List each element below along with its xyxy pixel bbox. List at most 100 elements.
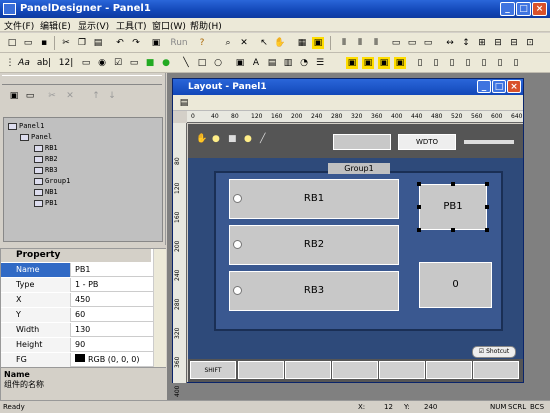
tree-node-rb1[interactable]: RB1 — [34, 144, 58, 152]
button-icon[interactable]: ▭ — [128, 57, 140, 69]
green-button-icon[interactable]: ■ — [144, 57, 156, 69]
menu-window[interactable]: 窗口(W) — [152, 19, 186, 32]
align-right-icon[interactable]: ⫴ — [370, 37, 382, 49]
order2-icon[interactable]: ▯ — [430, 57, 442, 69]
radio-button-rb3[interactable]: RB3 — [229, 271, 399, 311]
hand-icon[interactable]: ✋ — [274, 37, 286, 49]
order1-icon[interactable]: ▯ — [414, 57, 426, 69]
zoom-icon[interactable]: ⌕ — [222, 37, 234, 49]
list-icon[interactable]: ☰ — [314, 57, 326, 69]
rect-icon[interactable]: □ — [196, 57, 208, 69]
menu-file[interactable]: 文件(F) — [4, 19, 34, 32]
align-center-icon[interactable]: ⫴ — [354, 37, 366, 49]
shotcut-button[interactable]: ☑ Shotcut — [472, 346, 516, 358]
panel-icon[interactable]: ▭ — [80, 57, 92, 69]
move-up-icon[interactable]: ↑ — [90, 90, 102, 102]
tree-view-icon[interactable]: ▣ — [8, 90, 20, 102]
soft-key-6[interactable] — [426, 361, 472, 379]
resize-handle[interactable] — [485, 205, 489, 209]
soft-key-2[interactable] — [238, 361, 284, 379]
order7-icon[interactable]: ▯ — [510, 57, 522, 69]
maximize-icon[interactable]: □ — [516, 2, 531, 16]
move-down-icon[interactable]: ↓ — [106, 90, 118, 102]
front-icon[interactable]: ▣ — [378, 57, 390, 69]
copy-icon[interactable]: ❐ — [76, 37, 88, 49]
prop-row-x[interactable]: X 450 — [1, 293, 153, 307]
resize-handle[interactable] — [417, 228, 421, 232]
menu-view[interactable]: 显示(V) — [78, 19, 109, 32]
align-middle-icon[interactable]: ▭ — [406, 37, 418, 49]
edit-icon[interactable]: ▤ — [266, 57, 278, 69]
order4-icon[interactable]: ▯ — [462, 57, 474, 69]
prop-row-height[interactable]: Height 90 — [1, 338, 153, 352]
snap-icon[interactable]: ▣ — [312, 37, 324, 49]
prop-row-type[interactable]: Type 1 - PB — [1, 278, 153, 292]
bulb-icon[interactable]: ● — [212, 134, 220, 144]
ungroup-icon[interactable]: ▣ — [362, 57, 374, 69]
blank-button[interactable] — [333, 134, 391, 150]
tree-node-group1[interactable]: Group1 — [34, 177, 70, 185]
child-maximize-icon[interactable]: □ — [492, 80, 506, 93]
minimize-icon[interactable]: _ — [500, 2, 515, 16]
same-size-icon[interactable]: ⊞ — [476, 37, 488, 49]
resize-handle[interactable] — [451, 228, 455, 232]
align-top-icon[interactable]: ▭ — [390, 37, 402, 49]
resize-handle[interactable] — [451, 182, 455, 186]
center-icon[interactable]: ⊡ — [524, 37, 536, 49]
order3-icon[interactable]: ▯ — [446, 57, 458, 69]
number-button[interactable]: 12| — [58, 57, 74, 69]
rect-tool-icon[interactable]: ■ — [228, 134, 237, 144]
text-button[interactable]: ab| — [36, 57, 52, 69]
space-h-icon[interactable]: ⊟ — [492, 37, 504, 49]
resize-handle[interactable] — [417, 182, 421, 186]
order5-icon[interactable]: ▯ — [478, 57, 490, 69]
prop-row-width[interactable]: Width 130 — [1, 323, 153, 337]
select-icon[interactable]: ↖ — [258, 37, 270, 49]
align-bottom-icon[interactable]: ▭ — [422, 37, 434, 49]
pointer-icon[interactable]: ✕ — [238, 37, 250, 49]
ellipse-icon[interactable]: ○ — [212, 57, 224, 69]
push-button-pb1[interactable]: PB1 — [419, 184, 487, 230]
meter-icon[interactable]: ◔ — [298, 57, 310, 69]
tree-node-pb1[interactable]: PB1 — [34, 199, 58, 207]
cut-icon[interactable]: ✂ — [60, 37, 72, 49]
child-minimize-icon[interactable]: _ — [477, 80, 491, 93]
back-icon[interactable]: ▣ — [394, 57, 406, 69]
bulb2-icon[interactable]: ● — [244, 134, 252, 144]
tree-node-panel[interactable]: Panel — [20, 133, 52, 141]
order6-icon[interactable]: ▯ — [494, 57, 506, 69]
page-icon[interactable]: ▭ — [24, 90, 36, 102]
redo-icon[interactable]: ↷ — [130, 37, 142, 49]
menu-tools[interactable]: 工具(T) — [116, 19, 147, 32]
resize-handle[interactable] — [485, 182, 489, 186]
slider-track[interactable] — [464, 140, 514, 144]
paste-icon[interactable]: ▤ — [92, 37, 104, 49]
open-icon[interactable]: ▭ — [22, 37, 34, 49]
group-icon[interactable]: ▣ — [346, 57, 358, 69]
font-button[interactable]: Aa — [16, 57, 32, 69]
image-icon[interactable]: ▣ — [234, 57, 246, 69]
line-icon[interactable]: ╲ — [180, 57, 192, 69]
check-icon[interactable]: ☑ — [112, 57, 124, 69]
prop-row-name[interactable]: Name PB1 — [1, 263, 153, 277]
child-close-icon[interactable]: × — [507, 80, 521, 93]
soft-key-7[interactable] — [473, 361, 519, 379]
new-file-icon[interactable]: □ — [6, 37, 18, 49]
tree-node-panel1[interactable]: Panel1 — [8, 122, 44, 130]
prop-row-fg[interactable]: FG RGB (0, 0, 0) — [1, 353, 153, 367]
tree-node-rb3[interactable]: RB3 — [34, 166, 58, 174]
soft-key-5[interactable] — [379, 361, 425, 379]
resize-handle[interactable] — [485, 228, 489, 232]
prop-row-y[interactable]: Y 60 — [1, 308, 153, 322]
space-v-icon[interactable]: ⊟ — [508, 37, 520, 49]
help-icon[interactable]: ? — [196, 37, 208, 49]
soft-key-3[interactable] — [285, 361, 331, 379]
menu-edit[interactable]: 编辑(E) — [40, 19, 71, 32]
property-scrollbar[interactable] — [153, 249, 166, 369]
align-left-icon[interactable]: ⫴ — [338, 37, 350, 49]
label-icon[interactable]: A — [250, 57, 262, 69]
radio-button-rb1[interactable]: RB1 — [229, 179, 399, 219]
tree-node-nb1[interactable]: NB1 — [34, 188, 58, 196]
wdto-button[interactable]: WDTO — [398, 134, 456, 150]
close-icon[interactable]: × — [532, 2, 547, 16]
